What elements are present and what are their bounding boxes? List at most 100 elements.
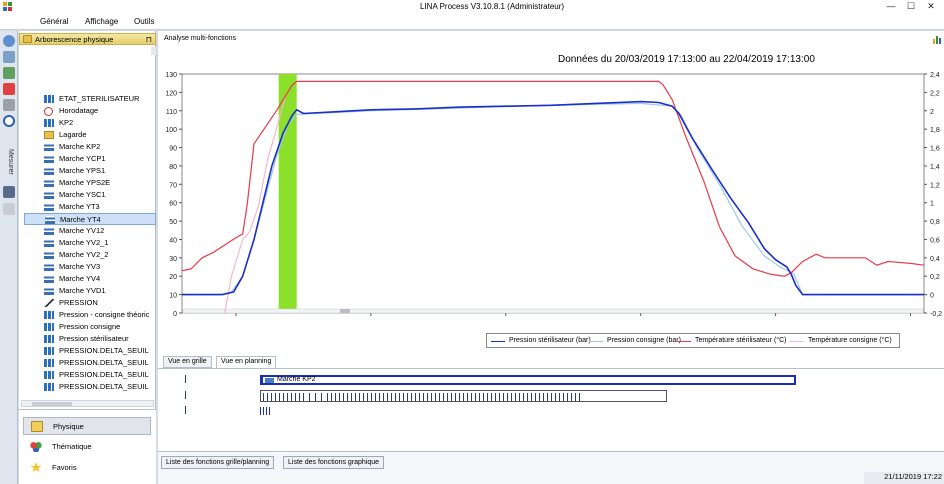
planning-event-mark[interactable] [315,393,316,401]
planning-event-mark[interactable] [271,393,272,401]
tree-item[interactable]: ETAT_STERILISATEUR [24,93,156,105]
planning-event-mark[interactable] [335,393,336,401]
list-functions-grid-button[interactable]: Liste des fonctions grille/planning [161,456,275,469]
tree-item[interactable]: Marche YSC1 [24,189,156,201]
planning-event-mark[interactable] [519,393,520,401]
mesurer-side-label[interactable]: Mesurer [4,149,14,175]
chart-settings-icon[interactable] [932,34,942,44]
planning-event-mark[interactable] [331,393,332,401]
planning-event-mark[interactable] [475,393,476,401]
tree-item[interactable]: Marche YV2_1 [24,237,156,249]
tree-item[interactable]: Marche YT3 [24,201,156,213]
tree-item[interactable]: Lagarde [24,129,156,141]
planning-event-mark[interactable] [355,393,356,401]
planning-event-mark[interactable] [483,393,484,401]
planning-event-mark[interactable] [321,393,322,401]
planning-event-mark[interactable] [267,393,268,401]
planning-event-mark[interactable] [347,393,348,401]
planning-event-mark[interactable] [375,393,376,401]
monitor-icon[interactable] [3,186,15,198]
planning-event-mark[interactable] [327,393,328,401]
planning-event-mark[interactable] [563,393,564,401]
planning-event-mark[interactable] [309,393,310,401]
planning-bar-marche-kp2[interactable]: Marche KP2 [260,375,796,385]
planning-event-mark[interactable] [299,393,300,401]
planning-event-mark[interactable] [459,393,460,401]
planning-event-mark[interactable] [479,393,480,401]
planning-event-mark[interactable] [503,393,504,401]
menu-affichage[interactable]: Affichage [85,17,118,26]
tree-item[interactable]: PRESSION.DELTA_SEUIL [24,357,156,369]
list-functions-chart-button[interactable]: Liste des fonctions graphique [283,456,385,469]
planning-event-mark[interactable] [439,393,440,401]
nav-item[interactable]: Physique [23,417,151,435]
menu-outils[interactable]: Outils [134,17,154,26]
tree-item[interactable]: Pression stérilisateur [24,333,156,345]
target-icon[interactable] [3,115,15,127]
maximize-button[interactable]: ☐ [902,0,920,14]
planning-event-mark[interactable] [279,393,280,401]
planning-event-mark[interactable] [411,393,412,401]
planning-event-mark[interactable] [303,393,304,401]
network-icon[interactable] [3,51,15,63]
planning-event-mark[interactable] [527,393,528,401]
planning-event-mark[interactable] [275,393,276,401]
planning-event-mark[interactable] [359,393,360,401]
menu-general[interactable]: Général [40,17,68,26]
planning-event-mark[interactable] [291,393,292,401]
tree-item[interactable]: Marche YV12 [24,225,156,237]
planning-event-mark[interactable] [283,393,284,401]
planning-event-mark[interactable] [499,393,500,401]
planning-event-mark[interactable] [343,393,344,401]
nav-item[interactable]: Favoris [23,459,151,477]
planning-event-mark[interactable] [419,393,420,401]
planning-event-mark[interactable] [443,393,444,401]
planning-event-mark[interactable] [367,393,368,401]
tree-item[interactable]: PRESSION [24,297,156,309]
planning-event-mark[interactable] [435,393,436,401]
planning-event-mark[interactable] [395,393,396,401]
tree-item[interactable]: Horodatage [24,105,156,117]
planning-event-mark[interactable] [531,393,532,401]
planning-row-events[interactable] [260,390,667,402]
planning-event-mark[interactable] [515,393,516,401]
tree-item[interactable]: PRESSION.DELTA_SEUIL [24,381,156,393]
planning-event-mark[interactable] [423,393,424,401]
tree-scroll-up[interactable] [151,47,156,55]
planning-event-mark[interactable] [547,393,548,401]
planning-event-mark[interactable] [391,393,392,401]
planning-event-mark[interactable] [451,393,452,401]
planning-event-mark[interactable] [535,393,536,401]
tree-item[interactable]: Marche YPS2E [24,177,156,189]
tree-horizontal-scrollbar[interactable] [21,400,154,407]
tree-item[interactable]: Marche YCP1 [24,153,156,165]
planning-event-mark[interactable] [491,393,492,401]
planning-event-mark[interactable] [571,393,572,401]
planning-event-mark[interactable] [539,393,540,401]
tree-item[interactable]: PRESSION.DELTA_SEUIL [24,369,156,381]
tree-item[interactable]: Marche YPS1 [24,165,156,177]
planning-event-mark[interactable] [363,393,364,401]
nav-item[interactable]: Thématique [23,438,151,456]
close-button[interactable]: ✕ [922,0,940,14]
tree-item[interactable]: Pression consigne [24,321,156,333]
planning-event-mark[interactable] [579,393,580,401]
planning-event-mark[interactable] [523,393,524,401]
planning-event-mark[interactable] [551,393,552,401]
planning-event-mark[interactable] [559,393,560,401]
planning-event-mark[interactable] [495,393,496,401]
tree-item[interactable]: Marche YT4 [24,213,156,225]
planning-event-mark[interactable] [403,393,404,401]
planning-event-mark[interactable] [383,393,384,401]
minimize-button[interactable]: — [882,0,900,14]
tree-item[interactable]: Marche YV3 [24,261,156,273]
tree-item[interactable]: Marche YV2_2 [24,249,156,261]
tab-analyse-multi-fonctions[interactable]: Analyse multi-fonctions [158,35,236,47]
planning-event-mark[interactable] [399,393,400,401]
tree-item[interactable]: Marche YV4 [24,273,156,285]
planning-event-mark[interactable] [295,393,296,401]
multi-function-chart[interactable]: 0 10 20 30 40 50 60 70 80 90 100 110 120 130 -0,2 0 0,2 0… [158,67,944,322]
planning-event-mark[interactable] [379,393,380,401]
planning-event-mark[interactable] [287,393,288,401]
tab-vue-en-grille[interactable]: Vue en grille [163,356,212,368]
